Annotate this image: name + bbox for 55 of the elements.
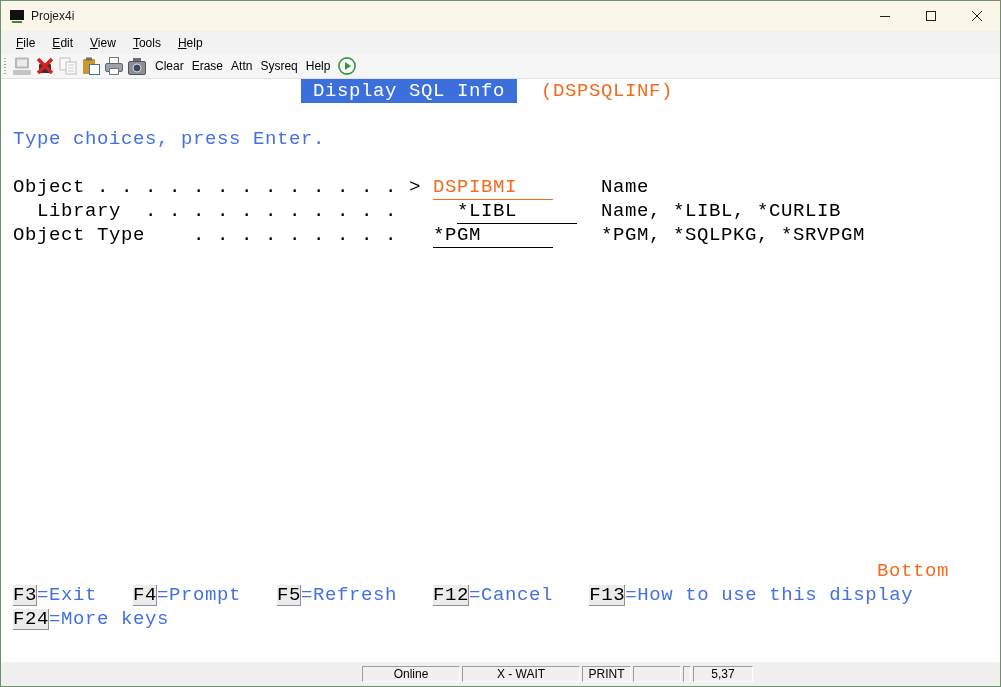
- function-key-label: =More keys: [49, 607, 170, 631]
- cross-icon[interactable]: [36, 57, 54, 75]
- function-key[interactable]: F12: [433, 584, 470, 606]
- instruction-text: Type choices, press Enter.: [13, 127, 326, 151]
- monitor-icon: [10, 9, 24, 23]
- status-panel: PRINT: [582, 666, 631, 682]
- maximize-icon: [926, 11, 936, 21]
- toolbar-button[interactable]: Attn: [227, 57, 257, 75]
- status-panel: [683, 666, 691, 682]
- window-title: Projex4i: [31, 9, 75, 23]
- toolbar-button[interactable]: Erase: [187, 57, 228, 75]
- leader-dots: . . . . . . . . .: [192, 223, 397, 248]
- close-icon: [972, 11, 982, 21]
- input-field[interactable]: *PGM: [433, 224, 553, 248]
- clipboard-icon[interactable]: [82, 57, 100, 75]
- field-hint: Name: [601, 176, 649, 198]
- function-key[interactable]: F3: [13, 584, 37, 606]
- function-key-label: =Exit: [37, 583, 98, 607]
- function-key[interactable]: F5: [277, 584, 302, 606]
- field-hint: Name, *LIBL, *CURLIB: [601, 200, 842, 222]
- menu-item[interactable]: Edit: [45, 33, 81, 52]
- field-label: Object: [13, 175, 85, 200]
- grip-handle[interactable]: [4, 58, 6, 74]
- minimize-icon: [880, 15, 890, 17]
- menu-item[interactable]: File: [9, 33, 43, 52]
- more-indicator: Bottom: [877, 559, 949, 583]
- function-key[interactable]: F24: [13, 608, 49, 630]
- function-key-label: =Prompt: [157, 583, 242, 607]
- printer-icon[interactable]: [105, 57, 123, 75]
- field-marker: >: [409, 176, 421, 198]
- command-name: (DSPSQLINF): [541, 79, 674, 103]
- field-hint: *PGM, *SQLPKG, *SRVPGM: [601, 224, 866, 246]
- field-label: Library: [37, 199, 121, 224]
- leader-dots: . . . . . . . . . . .: [144, 199, 397, 224]
- status-panel: Online: [362, 666, 460, 682]
- input-field[interactable]: *LIBL: [457, 200, 577, 224]
- menu-item[interactable]: Tools: [125, 33, 168, 52]
- function-key-label: =Cancel: [469, 583, 554, 607]
- menu-item[interactable]: View: [83, 33, 123, 52]
- function-key[interactable]: F4: [133, 584, 158, 606]
- function-key-label: =Refresh: [301, 583, 398, 607]
- status-panel: [633, 666, 681, 682]
- function-key[interactable]: F13: [589, 584, 626, 606]
- status-panel: 5,37: [693, 666, 753, 682]
- play-icon[interactable]: [338, 57, 357, 75]
- toolbar-button[interactable]: Help: [301, 57, 335, 75]
- toolbar-button[interactable]: Sysreq: [256, 57, 302, 75]
- camera-icon[interactable]: [128, 57, 146, 75]
- field-label: Object Type: [13, 223, 146, 248]
- toolbar-button[interactable]: Clear: [151, 57, 188, 75]
- function-key-label: =How to use this display: [625, 583, 914, 607]
- status-panel: X - WAIT: [462, 666, 580, 682]
- menu-item[interactable]: Help: [170, 33, 210, 52]
- screen-title: Display SQL Info: [301, 79, 518, 103]
- leader-dots: . . . . . . . . . . . . .: [96, 175, 397, 200]
